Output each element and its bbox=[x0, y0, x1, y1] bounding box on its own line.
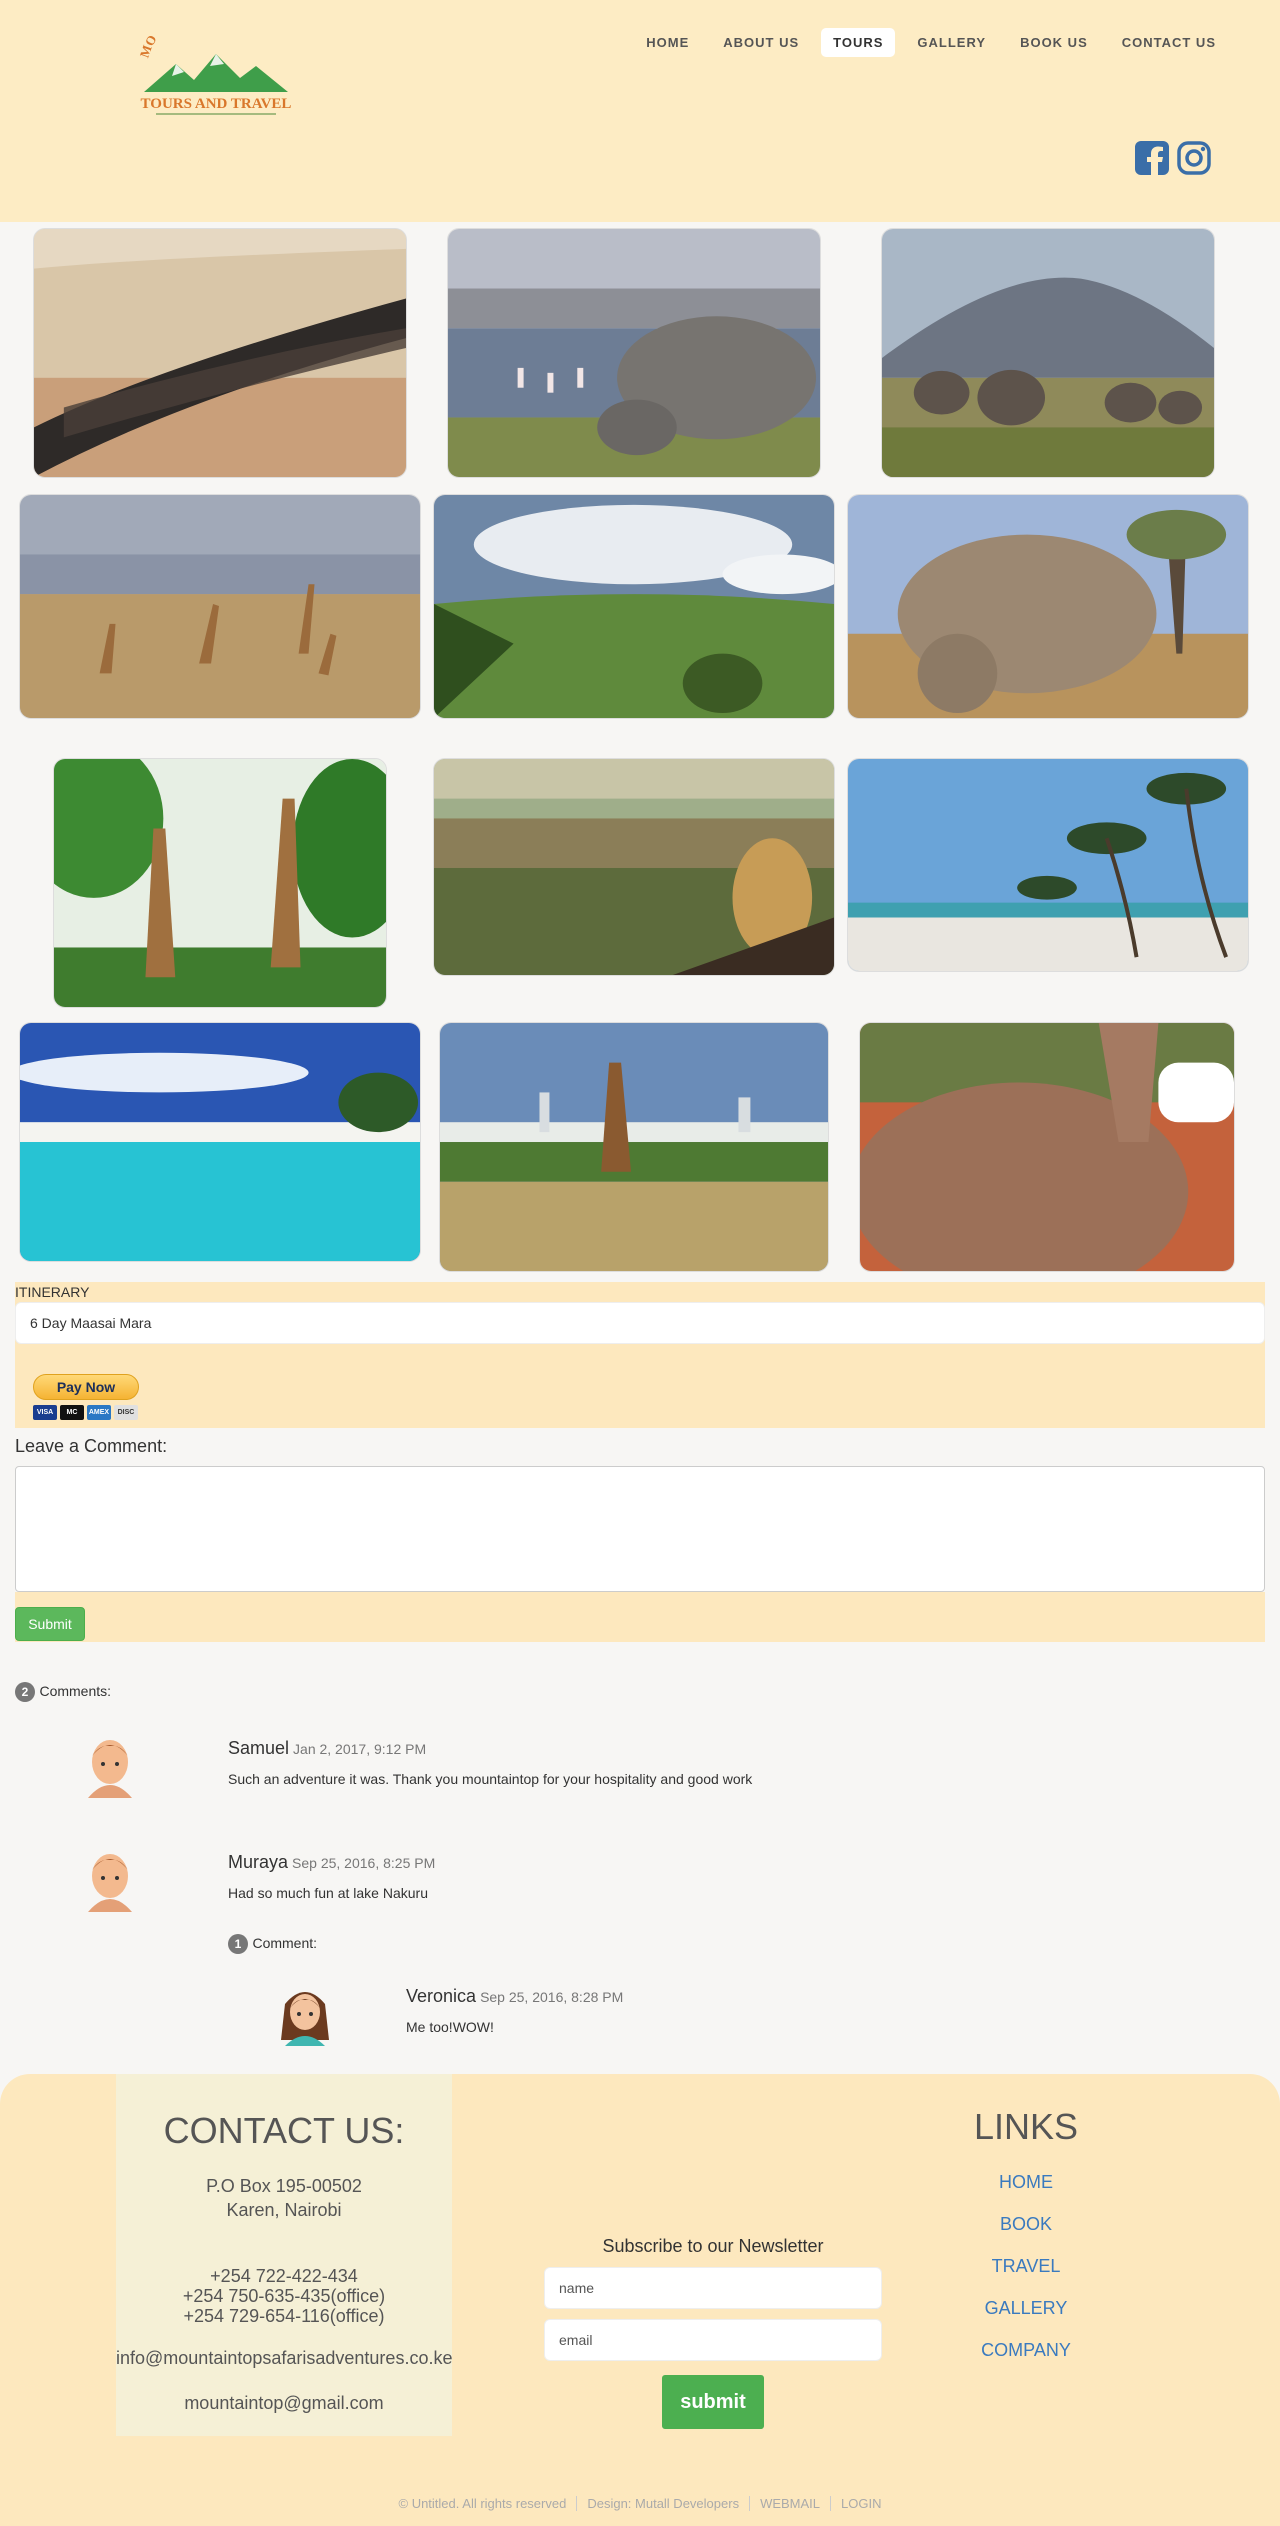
site-logo[interactable]: MOUNTAIN TOP SAFARIS TOURS AND TRAVEL bbox=[136, 0, 296, 118]
copyright-bar: © Untitled. All rights reserved Design: M… bbox=[0, 2496, 1280, 2511]
avatar-female-icon bbox=[275, 1980, 335, 2046]
comment-body: Such an adventure it was. Thank you moun… bbox=[228, 1771, 753, 1787]
comment-textarea[interactable] bbox=[15, 1466, 1265, 1592]
newsletter-form: Subscribe to our Newsletter name email s… bbox=[544, 2236, 882, 2429]
comment-form-label: Leave a Comment: bbox=[15, 1436, 168, 1456]
photo-giraffe-city[interactable] bbox=[439, 1022, 829, 1272]
avatar-male-icon bbox=[80, 1732, 140, 1798]
contact-gmail[interactable]: mountaintop@gmail.com bbox=[116, 2393, 452, 2414]
main-nav: HOME ABOUT US TOURS GALLERY BOOK US CONT… bbox=[634, 28, 1228, 57]
newsletter-title: Subscribe to our Newsletter bbox=[602, 2236, 824, 2256]
footer-link-home[interactable]: HOME bbox=[926, 2172, 1126, 2193]
site-footer: CONTACT US: P.O Box 195-00502 Karen, Nai… bbox=[0, 2074, 1280, 2526]
photo-white-rhino[interactable] bbox=[847, 494, 1249, 719]
webmail-link[interactable]: WEBMAIL bbox=[749, 2496, 831, 2511]
social-links bbox=[1134, 140, 1212, 176]
contact-phone-3[interactable]: +254 729-654-116(office) bbox=[116, 2306, 452, 2326]
links-title: LINKS bbox=[973, 2106, 1079, 2147]
contact-email[interactable]: info@mountaintopsafarisadventures.co.ke bbox=[116, 2348, 452, 2369]
photo-crater-valley[interactable] bbox=[433, 494, 835, 719]
copyright-text: © Untitled. All rights reserved bbox=[398, 2496, 567, 2511]
photo-wildebeest-migration[interactable] bbox=[33, 228, 407, 478]
card-logos: VISA MC AMEX DISC bbox=[33, 1405, 139, 1420]
photo-palm-beach[interactable] bbox=[847, 758, 1249, 972]
avatar-male-icon bbox=[80, 1846, 140, 1912]
amex-icon: AMEX bbox=[87, 1405, 111, 1420]
newsletter-email-input[interactable]: email bbox=[544, 2319, 882, 2361]
contact-address-line1: P.O Box 195-00502 bbox=[206, 2176, 362, 2196]
contact-panel: CONTACT US: P.O Box 195-00502 Karen, Nai… bbox=[116, 2074, 452, 2436]
nav-home[interactable]: HOME bbox=[634, 28, 701, 57]
reply-count-badge: 1 bbox=[228, 1934, 248, 1954]
paypal-pay-now-button[interactable]: Pay Now bbox=[33, 1374, 139, 1400]
reply-count-label: Comment: bbox=[252, 1935, 318, 1952]
mastercard-icon: MC bbox=[60, 1405, 84, 1420]
footer-link-gallery[interactable]: GALLERY bbox=[926, 2298, 1126, 2319]
comment-date: Sep 25, 2016, 8:25 PM bbox=[292, 1855, 436, 1871]
comment-body: Had so much fun at lake Nakuru bbox=[228, 1885, 428, 1901]
itinerary-label: ITINERARY bbox=[15, 1284, 90, 1300]
comment-submit-button[interactable]: Submit bbox=[15, 1607, 85, 1641]
footer-links: LINKS HOME BOOK TRAVEL GALLERY COMPANY bbox=[926, 2106, 1126, 2361]
photo-baby-elephant[interactable] bbox=[859, 1022, 1235, 1272]
site-header: MOUNTAIN TOP SAFARIS TOURS AND TRAVEL HO… bbox=[0, 0, 1280, 222]
comment-author: Samuel bbox=[228, 1738, 290, 1758]
comments-count-badge: 2 bbox=[15, 1682, 35, 1702]
contact-address-line2: Karen, Nairobi bbox=[226, 2200, 342, 2220]
comment-form: Leave a Comment: Submit bbox=[15, 1428, 1265, 1642]
facebook-icon[interactable] bbox=[1134, 140, 1170, 176]
svg-text:MOUNTAIN TOP SAFARIS: MOUNTAIN TOP SAFARIS bbox=[137, 36, 283, 60]
comments-count-label: Comments: bbox=[39, 1683, 112, 1700]
contact-phone-1[interactable]: +254 722-422-434 bbox=[116, 2266, 452, 2286]
reply-date: Sep 25, 2016, 8:28 PM bbox=[480, 1989, 624, 2005]
footer-link-company[interactable]: COMPANY bbox=[926, 2340, 1126, 2361]
comment-date: Jan 2, 2017, 9:12 PM bbox=[293, 1741, 427, 1757]
paypal-widget: Pay Now VISA MC AMEX DISC bbox=[33, 1374, 139, 1420]
instagram-icon[interactable] bbox=[1176, 140, 1212, 176]
login-link[interactable]: LOGIN bbox=[830, 2496, 892, 2511]
discover-icon: DISC bbox=[114, 1405, 138, 1420]
newsletter-submit-button[interactable]: submit bbox=[662, 2375, 764, 2429]
photo-gallery bbox=[0, 222, 1280, 1278]
visa-icon: VISA bbox=[33, 1405, 57, 1420]
photo-elephants-kilimanjaro[interactable] bbox=[881, 228, 1215, 478]
footer-link-book[interactable]: BOOK bbox=[926, 2214, 1126, 2235]
contact-title: CONTACT US: bbox=[163, 2110, 405, 2151]
nav-gallery[interactable]: GALLERY bbox=[905, 28, 998, 57]
comment-form-footer bbox=[15, 1592, 1265, 1642]
photo-giraffes-lake[interactable] bbox=[19, 494, 421, 719]
nav-book-us[interactable]: BOOK US bbox=[1008, 28, 1100, 57]
photo-rhino-lake[interactable] bbox=[447, 228, 821, 478]
reply-count: 1 Comment: bbox=[228, 1934, 317, 1954]
design-credit[interactable]: Design: Mutall Developers bbox=[576, 2496, 750, 2511]
itinerary-select[interactable]: 6 Day Maasai Mara bbox=[15, 1302, 1265, 1344]
reply-body: Me too!WOW! bbox=[406, 2019, 494, 2035]
itinerary-section: ITINERARY 6 Day Maasai Mara Pay Now VISA… bbox=[15, 1282, 1265, 1428]
nav-tours[interactable]: TOURS bbox=[821, 28, 896, 57]
contact-phone-2[interactable]: +254 750-635-435(office) bbox=[116, 2286, 452, 2306]
comment-author: Muraya bbox=[228, 1852, 289, 1872]
footer-link-travel[interactable]: TRAVEL bbox=[926, 2256, 1126, 2277]
photo-leopard-plains[interactable] bbox=[433, 758, 835, 976]
newsletter-name-input[interactable]: name bbox=[544, 2267, 882, 2309]
photo-giraffes-forest[interactable] bbox=[53, 758, 387, 1008]
comments-count: 2 Comments: bbox=[15, 1682, 111, 1702]
nav-about-us[interactable]: ABOUT US bbox=[711, 28, 811, 57]
nav-contact-us[interactable]: CONTACT US bbox=[1110, 28, 1228, 57]
svg-text:TOURS AND TRAVEL: TOURS AND TRAVEL bbox=[141, 96, 292, 112]
reply-author: Veronica bbox=[406, 1986, 477, 2006]
photo-turquoise-beach[interactable] bbox=[19, 1022, 421, 1262]
